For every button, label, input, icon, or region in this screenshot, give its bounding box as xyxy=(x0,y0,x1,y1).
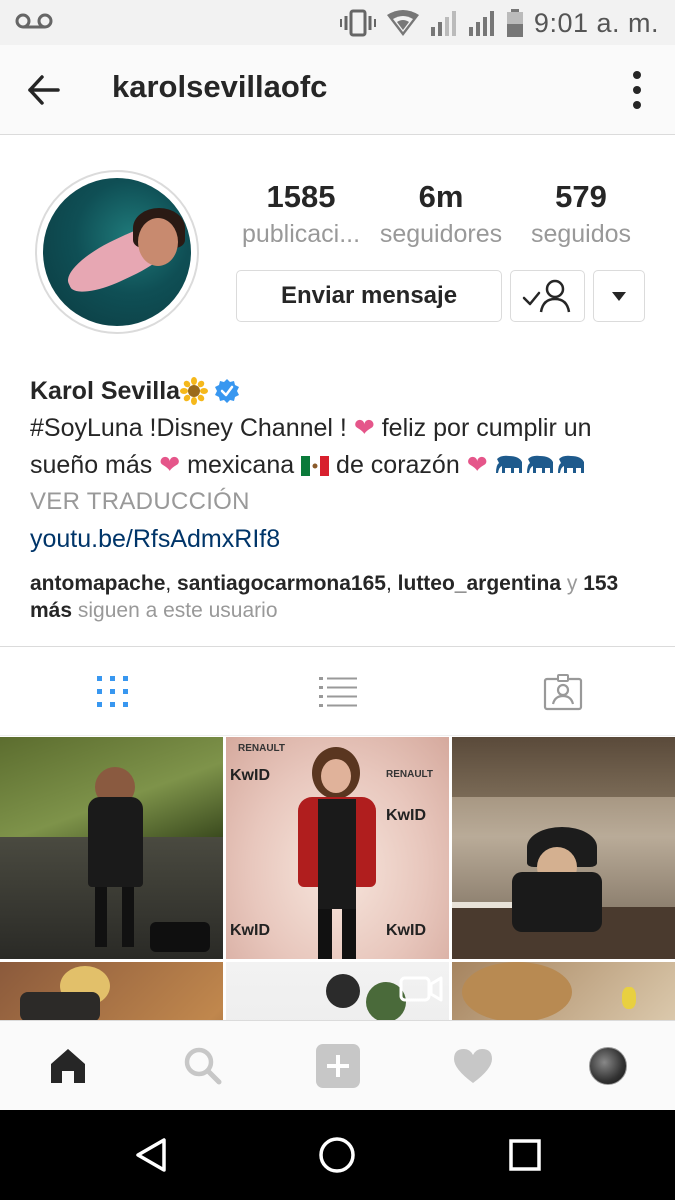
follower-separator: , xyxy=(385,572,398,595)
system-recents-button[interactable] xyxy=(500,1130,550,1180)
list-icon xyxy=(318,677,357,707)
stat-followers-value: 6m xyxy=(418,179,464,214)
bio-line1: #SoyLuna !Disney Channel ! xyxy=(30,414,354,442)
status-bar: 9:01 a. m. xyxy=(0,0,675,45)
stat-followers-label: seguidores xyxy=(379,220,503,248)
recent-square-icon xyxy=(509,1139,541,1171)
profile-avatar-mini xyxy=(588,1047,627,1085)
see-translation-link[interactable]: VER TRADUCCIÓN xyxy=(30,484,650,520)
system-back-button[interactable] xyxy=(126,1130,176,1180)
follower-and: y xyxy=(561,572,584,595)
photo-kwid-text: KwID xyxy=(230,922,270,939)
status-time: 9:01 a. m. xyxy=(533,7,659,38)
stat-posts-label: publicaci... xyxy=(241,220,361,248)
photo-renault-text: RENAULT xyxy=(238,743,286,754)
wifi-icon xyxy=(386,10,419,36)
profile-bio: Karol Sevilla #SoyLuna !Disney Channel !… xyxy=(30,374,650,624)
stat-following-label: seguidos xyxy=(530,220,632,248)
battery-icon xyxy=(506,9,523,37)
nav-activity[interactable] xyxy=(405,1021,540,1111)
stat-following[interactable]: 579 seguidos xyxy=(516,178,646,252)
nav-add[interactable] xyxy=(270,1021,405,1111)
photo-thumbnail[interactable]: KwID KwID KwID KwID RENAULT RENAULT xyxy=(226,737,449,959)
send-message-button[interactable]: Enviar mensaje xyxy=(236,270,502,322)
followed-by-text[interactable]: antomapache, santiagocarmona165, lutteo_… xyxy=(30,570,650,624)
heart-icon xyxy=(453,1049,492,1083)
profile-name: Karol Sevilla xyxy=(30,377,181,405)
bio-line1-after: feliz por cumplir un xyxy=(374,414,592,442)
top-bar: karolsevillaofc xyxy=(0,45,675,135)
heart-emoji-icon: ❤ xyxy=(353,414,375,442)
heart-emoji-icon: ❤ xyxy=(466,451,488,479)
home-icon xyxy=(50,1049,85,1083)
nav-search[interactable] xyxy=(135,1021,270,1111)
bio-website-link[interactable]: youtu.be/RfsAdmxRIf8 xyxy=(30,520,650,558)
photo-thumbnail[interactable] xyxy=(0,962,223,1020)
followers-suffix: siguen a este usuario xyxy=(72,599,278,622)
stat-posts-value: 1585 xyxy=(266,179,336,214)
bio-text: #SoyLuna !Disney Channel ! ❤ feliz por c… xyxy=(30,410,650,484)
profile-avatar[interactable] xyxy=(35,170,199,334)
bio-line2b: mexicana xyxy=(180,451,302,479)
follower-name[interactable]: lutteo_argentina xyxy=(398,572,561,595)
header-username: karolsevillaofc xyxy=(112,69,328,104)
stat-posts[interactable]: 1585 publicaci... xyxy=(236,178,366,252)
more-vertical-icon[interactable] xyxy=(629,69,645,111)
vibrate-icon xyxy=(339,9,376,37)
voicemail-icon xyxy=(15,13,53,29)
bio-line2c: de corazón xyxy=(329,451,467,479)
photo-thumbnail[interactable] xyxy=(0,737,223,959)
following-button[interactable] xyxy=(510,270,585,322)
profile-tabs xyxy=(0,646,675,736)
tagged-icon xyxy=(543,674,582,711)
add-icon xyxy=(315,1044,360,1088)
person-check-icon xyxy=(522,279,570,313)
profile-name-row: Karol Sevilla xyxy=(30,374,650,408)
system-navigation-bar xyxy=(0,1110,675,1200)
back-triangle-icon xyxy=(136,1138,166,1172)
elephants-emoji-icon xyxy=(495,456,584,474)
heart-emoji-icon: ❤ xyxy=(159,451,181,479)
bio-line2a: sueño más xyxy=(30,451,160,479)
tab-list[interactable] xyxy=(225,647,450,737)
system-home-button[interactable] xyxy=(312,1130,362,1180)
tab-tagged[interactable] xyxy=(450,647,675,737)
grid-icon xyxy=(96,676,128,707)
suggestions-dropdown-button[interactable] xyxy=(593,270,645,322)
caret-down-icon xyxy=(612,292,626,301)
avatar-image xyxy=(43,178,191,326)
photo-renault-text: RENAULT xyxy=(386,769,434,780)
nav-home[interactable] xyxy=(0,1021,135,1111)
photo-thumbnail[interactable] xyxy=(452,737,675,959)
arrow-left-icon[interactable] xyxy=(24,70,64,110)
bottom-navigation xyxy=(0,1020,675,1110)
stat-followers[interactable]: 6m seguidores xyxy=(376,178,506,252)
follower-name[interactable]: antomapache xyxy=(30,572,165,595)
verified-badge-icon xyxy=(215,379,240,403)
photo-kwid-text: KwID xyxy=(386,922,426,939)
follower-name[interactable]: santiagocarmona165 xyxy=(177,572,386,595)
signal-icon xyxy=(468,11,494,36)
photo-thumbnail[interactable] xyxy=(226,962,449,1020)
photo-kwid-text: KwID xyxy=(386,807,426,824)
stat-following-value: 579 xyxy=(555,179,607,214)
sunflower-emoji-icon xyxy=(180,377,209,405)
mexico-flag-icon xyxy=(301,456,330,477)
tab-grid[interactable] xyxy=(0,647,225,737)
photo-grid: KwID KwID KwID KwID RENAULT RENAULT xyxy=(0,737,675,1020)
home-circle-icon xyxy=(319,1137,355,1173)
profile-stats: 1585 publicaci... 6m seguidores 579 segu… xyxy=(236,178,646,252)
signal-icon xyxy=(430,11,456,36)
nav-profile[interactable] xyxy=(540,1021,675,1111)
profile-section: 1585 publicaci... 6m seguidores 579 segu… xyxy=(0,136,675,646)
follower-separator: , xyxy=(165,572,178,595)
video-camera-icon xyxy=(399,976,443,1002)
search-icon xyxy=(184,1047,221,1085)
photo-kwid-text: KwID xyxy=(230,767,270,784)
photo-thumbnail[interactable] xyxy=(452,962,675,1020)
